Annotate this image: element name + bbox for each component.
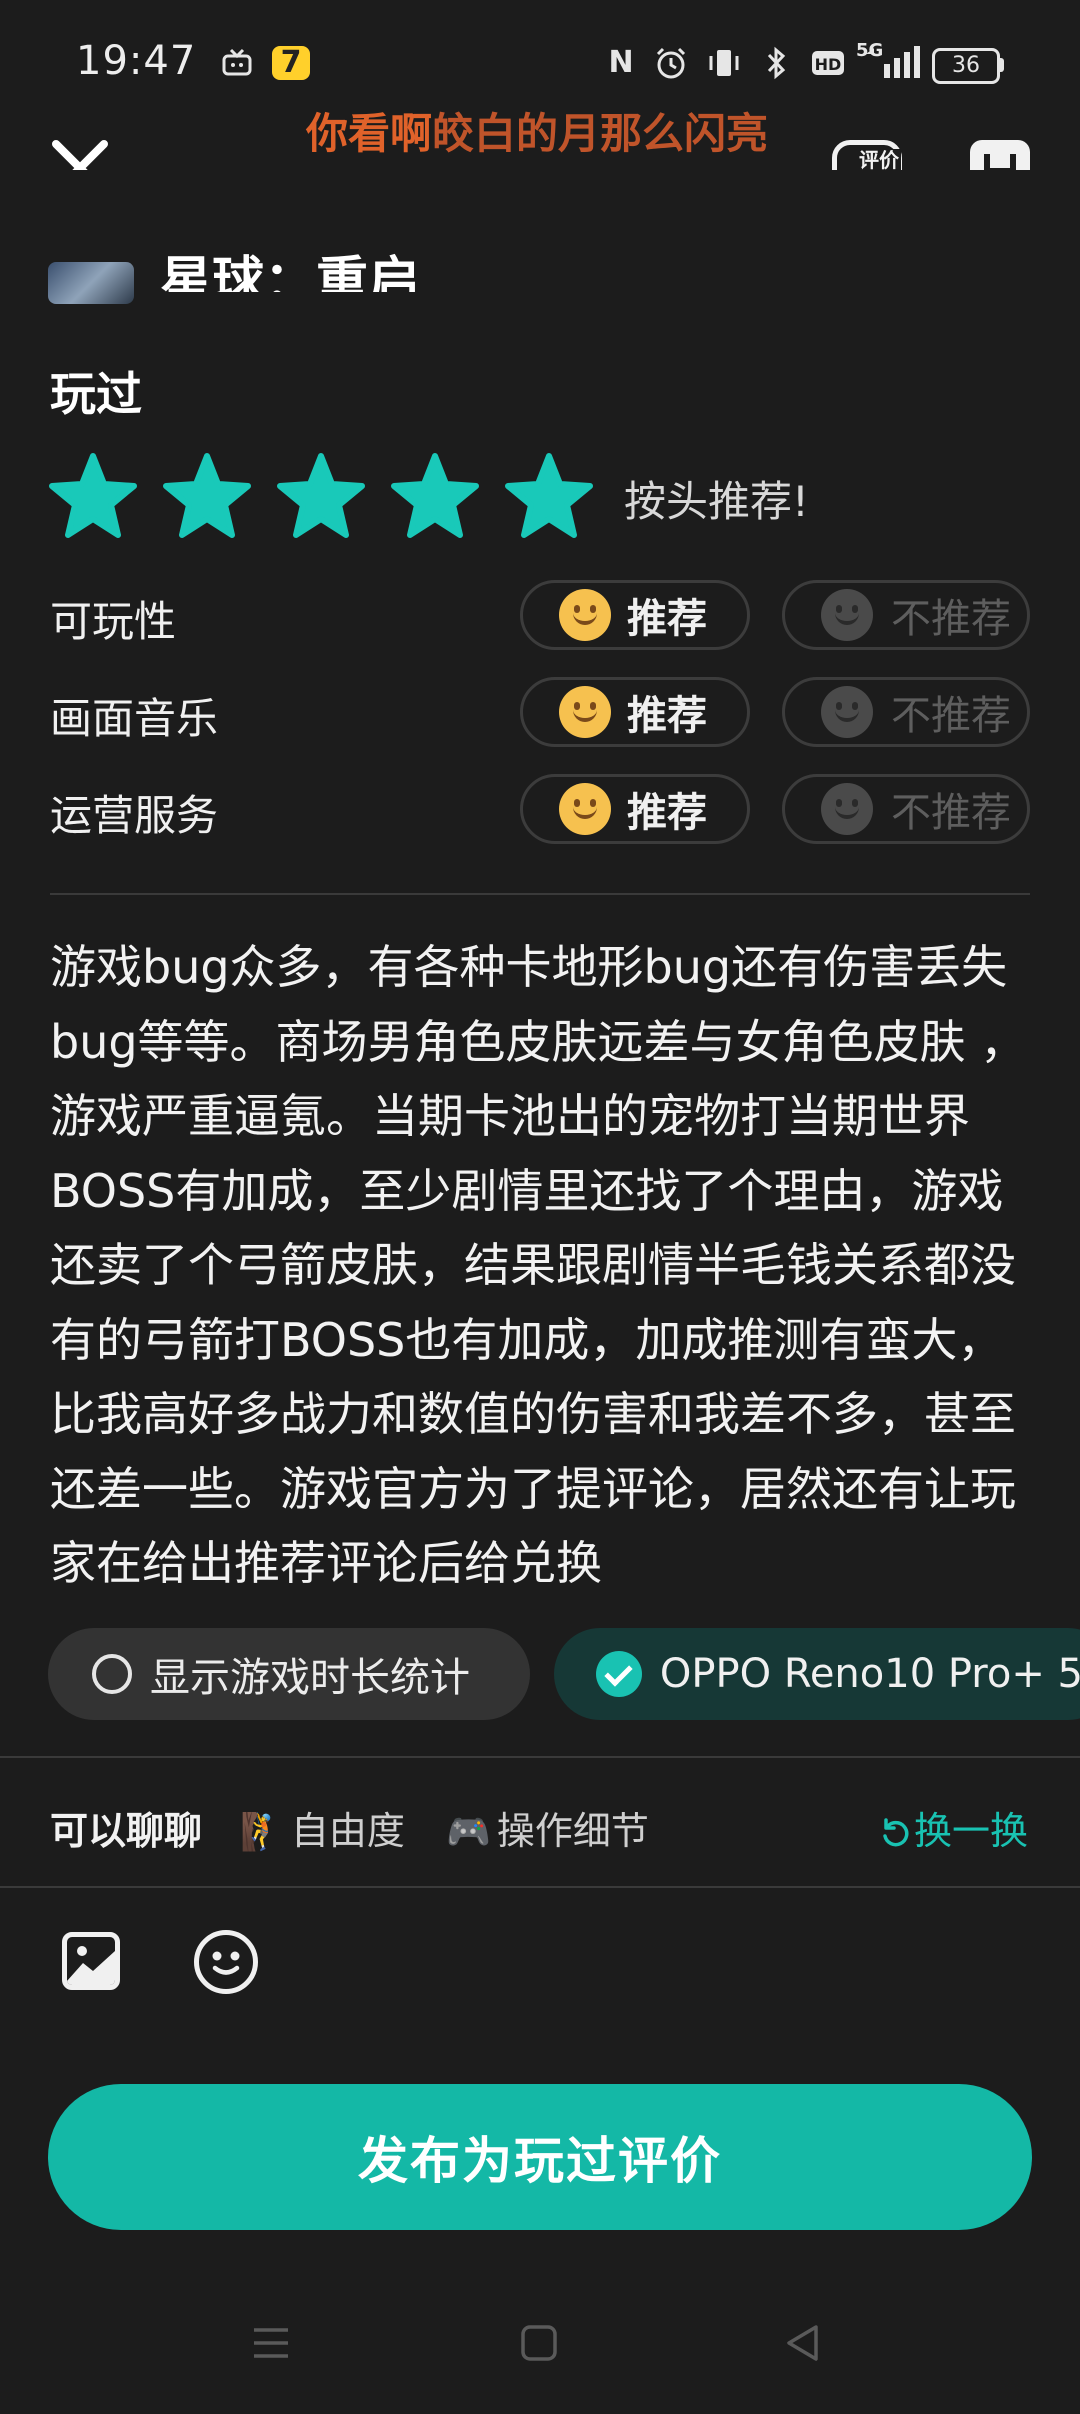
topic-label: 操作细节 bbox=[496, 1809, 649, 1853]
not-recommend-button-operations[interactable]: 不推荐 bbox=[782, 774, 1030, 844]
recommend-button-graphics-music[interactable]: 推荐 bbox=[520, 677, 750, 747]
device-label: OPPO Reno10 Pro+ 5G bbox=[659, 1651, 1080, 1697]
not-recommend-button-playability[interactable]: 不推荐 bbox=[782, 580, 1030, 650]
climber-icon: 🧗 bbox=[240, 1812, 285, 1853]
recommend-button-playability[interactable]: 推荐 bbox=[520, 580, 750, 650]
recommend-button-operations[interactable]: 推荐 bbox=[520, 774, 750, 844]
refresh-label: 换一换 bbox=[914, 1809, 1029, 1853]
device-toggle[interactable]: OPPO Reno10 Pro+ 5G bbox=[554, 1628, 1080, 1720]
smile-face-icon bbox=[559, 783, 611, 835]
topic-label: 自由度 bbox=[290, 1809, 405, 1853]
game-title: 星球：重启 bbox=[160, 252, 421, 292]
neutral-face-icon bbox=[821, 783, 873, 835]
music-marquee: 你看啊皎白的月那么闪亮 bbox=[306, 109, 769, 158]
hd-icon: HD bbox=[808, 46, 848, 80]
show-playtime-toggle[interactable]: 显示游戏时长统计 bbox=[48, 1628, 530, 1720]
topic-freedom[interactable]: 🧗 自由度 bbox=[240, 1800, 405, 1855]
header-mask bbox=[0, 170, 1080, 230]
play-status-label: 玩过 bbox=[50, 367, 142, 421]
tv-icon bbox=[218, 46, 256, 80]
topic-controls[interactable]: 🎮 操作细节 bbox=[446, 1800, 649, 1855]
svg-text:HD: HD bbox=[815, 55, 842, 74]
rating-description: 按头推荐! bbox=[624, 477, 809, 526]
publish-review-button[interactable]: 发布为玩过评价 bbox=[48, 2084, 1032, 2230]
refresh-icon bbox=[883, 1818, 909, 1847]
not-recommend-label: 不推荐 bbox=[891, 790, 1011, 836]
bluetooth-icon bbox=[758, 46, 794, 80]
menu-nav-icon[interactable] bbox=[250, 2322, 292, 2368]
show-playtime-label: 显示游戏时长统计 bbox=[150, 1655, 470, 1701]
gamepad-icon: 🎮 bbox=[446, 1812, 491, 1853]
alarm-icon bbox=[652, 46, 690, 80]
smile-face-icon bbox=[559, 589, 611, 641]
nfc-icon: N bbox=[608, 45, 634, 80]
battery-tip bbox=[1000, 58, 1004, 72]
aspect-label-operations: 运营服务 bbox=[50, 791, 219, 840]
insert-emoji-icon[interactable] bbox=[194, 1930, 258, 1994]
star-2[interactable] bbox=[162, 452, 252, 542]
not-recommend-button-graphics-music[interactable]: 不推荐 bbox=[782, 677, 1030, 747]
section-divider bbox=[50, 893, 1030, 895]
recommend-label: 推荐 bbox=[627, 790, 707, 836]
topics-divider bbox=[0, 1886, 1080, 1888]
game-thumbnail bbox=[48, 262, 134, 304]
signal-icon bbox=[864, 46, 920, 80]
not-recommend-label: 不推荐 bbox=[891, 596, 1011, 642]
neutral-face-icon bbox=[821, 686, 873, 738]
star-3[interactable] bbox=[276, 452, 366, 542]
star-4[interactable] bbox=[390, 452, 480, 542]
not-recommend-label: 不推荐 bbox=[891, 693, 1011, 739]
neutral-face-icon bbox=[821, 589, 873, 641]
smile-face-icon bbox=[559, 686, 611, 738]
status-time: 19:47 bbox=[76, 38, 197, 84]
battery-icon: 36 bbox=[932, 48, 1000, 84]
home-nav-icon[interactable] bbox=[518, 2322, 560, 2368]
refresh-topics-button[interactable]: 换一换 bbox=[876, 1800, 1028, 1855]
back-nav-icon[interactable] bbox=[782, 2322, 824, 2368]
insert-image-icon[interactable] bbox=[62, 1932, 120, 1990]
star-1[interactable] bbox=[48, 452, 138, 542]
aspect-label-graphics-music: 画面音乐 bbox=[50, 694, 219, 743]
topics-title: 可以聊聊 bbox=[50, 1809, 203, 1853]
chips-divider bbox=[0, 1756, 1080, 1758]
review-text-area[interactable]: 游戏bug众多，有各种卡地形bug还有伤害丢失bug等等。商场男角色皮肤远差与女… bbox=[50, 930, 1040, 1590]
recommend-label: 推荐 bbox=[627, 693, 707, 739]
recommend-label: 推荐 bbox=[627, 596, 707, 642]
vibrate-icon bbox=[704, 46, 744, 80]
check-icon bbox=[596, 1651, 642, 1697]
aspect-label-playability: 可玩性 bbox=[50, 597, 177, 646]
star-5[interactable] bbox=[504, 452, 594, 542]
app-badge-icon: 7 bbox=[272, 46, 310, 80]
unchecked-circle-icon bbox=[92, 1654, 132, 1694]
